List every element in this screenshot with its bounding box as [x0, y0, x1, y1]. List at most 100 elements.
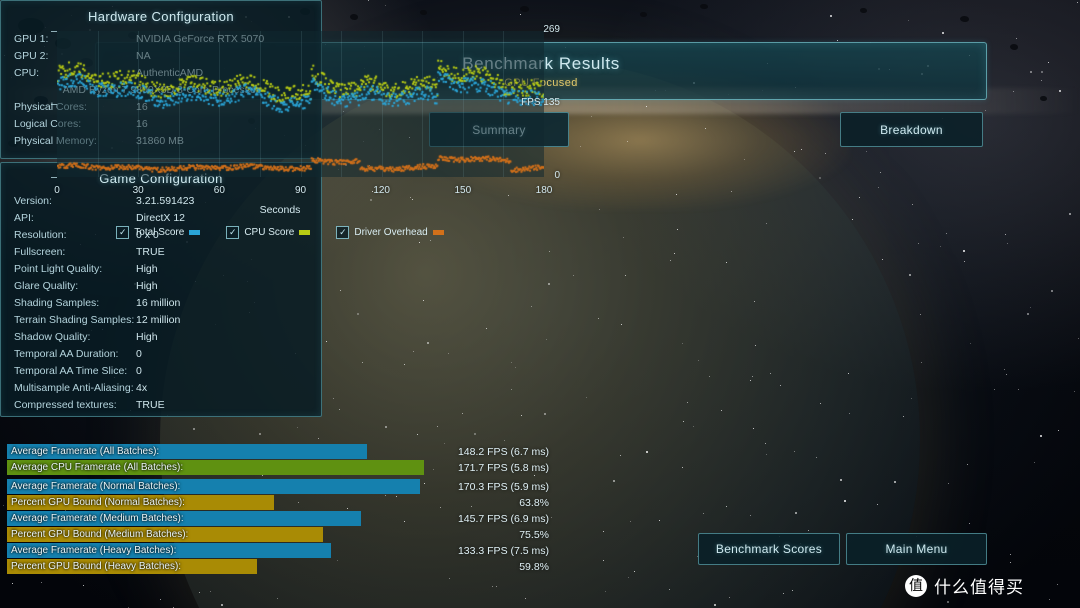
x-axis-title: Seconds [259, 204, 301, 216]
asteroid [420, 10, 427, 15]
summary-bar-label: Average Framerate (All Batches): [11, 446, 160, 457]
asteroid [960, 16, 969, 22]
legend-label: CPU Score [244, 227, 295, 238]
x-axis-label: 90 [294, 185, 307, 196]
game-key: Temporal AA Time Slice: [14, 365, 128, 377]
legend-checkbox[interactable]: ✓ [116, 226, 130, 239]
watermark-text: 什么值得买 [934, 578, 1024, 598]
summary-bar-track: Average CPU Framerate (All Batches): [7, 460, 425, 475]
app-root: Benchmark Results GPU Focused Hardware C… [0, 0, 1080, 608]
game-row: Point Light Quality: High [14, 261, 308, 278]
summary-bar-value: 171.7 FPS (5.8 ms) [457, 461, 549, 474]
summary-bar-row: Percent GPU Bound (Heavy Batches): 59.8% [7, 559, 555, 574]
summary-bar-track: Percent GPU Bound (Medium Batches): [7, 527, 425, 542]
y-axis-label: 269 [543, 24, 560, 35]
game-row: Glare Quality: High [14, 278, 308, 295]
asteroid [640, 12, 647, 17]
legend-label: Driver Overhead [354, 227, 428, 238]
watermark-logo-icon: 值 [905, 574, 927, 597]
x-axis-label: 180 [535, 185, 553, 196]
y-axis-label: 0 [554, 170, 560, 181]
game-row: Temporal AA Duration: 0 [14, 346, 308, 363]
asteroid [860, 8, 867, 13]
plot-area: 0 FPS 135 269 0 30 60 90 120 150 180 Seconds ✓ To… [0, 24, 560, 239]
asteroid [1010, 44, 1018, 50]
game-key: Fullscreen: [14, 246, 66, 258]
chart-legend: ✓ Total Score ✓ CPU Score ✓ Driver Overhead [0, 226, 560, 239]
legend-color-swatch [299, 230, 311, 235]
summary-bar-label: Percent GPU Bound (Heavy Batches): [11, 561, 182, 572]
summary-bars: Average Framerate (All Batches): 148.2 FP… [1, 444, 561, 574]
asteroid [350, 14, 358, 20]
summary-bar-track: Average Framerate (All Batches): [7, 444, 425, 459]
asteroid [520, 6, 529, 12]
game-row: Multisample Anti-Aliasing: 4x [14, 380, 308, 397]
watermark: 值 什么值得买 [905, 573, 1024, 598]
game-key: Point Light Quality: [14, 263, 103, 275]
game-key: Compressed textures: [14, 399, 117, 411]
summary-bar-label: Average Framerate (Medium Batches): [11, 513, 184, 524]
summary-bar-row: Percent GPU Bound (Medium Batches): 75.5% [7, 527, 555, 542]
game-key: Terrain Shading Samples: [14, 314, 135, 326]
summary-bar-label: Percent GPU Bound (Normal Batches): [11, 497, 185, 508]
game-value: 0 [136, 365, 142, 377]
game-value: TRUE [136, 246, 165, 258]
game-value: High [136, 331, 158, 343]
summary-bar-value: 75.5% [519, 528, 549, 541]
game-value: 0 [136, 348, 142, 360]
summary-bar-row: Average Framerate (Normal Batches): 170.3… [7, 479, 555, 494]
summary-bar-row: Average Framerate (All Batches): 148.2 FP… [7, 444, 555, 459]
x-axis-label: 120 [373, 185, 390, 196]
summary-bar-value: 59.8% [519, 560, 549, 573]
benchmark-scores-button[interactable]: Benchmark Scores [698, 533, 840, 565]
scatter-canvas [57, 31, 544, 177]
game-row: Fullscreen: TRUE [14, 244, 308, 261]
x-axis-label: 30 [132, 185, 144, 196]
summary-bar-row: Average Framerate (Medium Batches): 145.7… [7, 511, 555, 526]
legend-item[interactable]: ✓ Total Score [116, 226, 201, 239]
game-row: Compressed textures: TRUE [14, 397, 308, 414]
main-menu-button[interactable]: Main Menu [846, 533, 987, 565]
summary-bar-track: Percent GPU Bound (Heavy Batches): [7, 559, 425, 574]
summary-bar-label: Average Framerate (Heavy Batches): [11, 545, 177, 556]
game-key: Multisample Anti-Aliasing: [14, 382, 134, 394]
summary-bar-track: Average Framerate (Heavy Batches): [7, 543, 425, 558]
game-key: Shading Samples: [14, 297, 100, 309]
summary-bar-label: Percent GPU Bound (Medium Batches): [11, 529, 189, 540]
legend-checkbox[interactable]: ✓ [226, 226, 240, 239]
game-value: 12 million [136, 314, 181, 326]
summary-bar-track: Percent GPU Bound (Normal Batches): [7, 495, 425, 510]
summary-bar-value: 170.3 FPS (5.9 ms) [457, 480, 549, 493]
legend-label: Total Score [134, 227, 185, 238]
y-axis-tick [51, 177, 57, 178]
legend-color-swatch [432, 230, 444, 235]
game-key: Temporal AA Duration: [14, 348, 119, 360]
summary-bar-label: Average CPU Framerate (All Batches): [11, 462, 184, 473]
scatter-plot [57, 31, 544, 177]
game-row: Terrain Shading Samples: 12 million [14, 312, 308, 329]
legend-checkbox[interactable]: ✓ [336, 226, 350, 239]
legend-item[interactable]: ✓ CPU Score [226, 226, 311, 239]
x-axis-label: 150 [454, 185, 472, 196]
summary-bar-row: Average Framerate (Heavy Batches): 133.3 … [7, 543, 555, 558]
summary-bar-row: Average CPU Framerate (All Batches): 171.… [7, 460, 555, 475]
game-value: 4x [136, 382, 148, 394]
summary-bar-value: 63.8% [519, 496, 549, 509]
summary-bar-value: 145.7 FPS (6.9 ms) [457, 512, 549, 525]
summary-bar-track: Average Framerate (Normal Batches): [7, 479, 425, 494]
asteroid [700, 4, 708, 9]
game-row: Shadow Quality: High [14, 329, 308, 346]
tab-breakdown[interactable]: Breakdown [840, 112, 983, 147]
y-axis-tick [51, 31, 57, 32]
x-axis-label: 0 [54, 185, 60, 196]
y-axis-tick [51, 103, 57, 105]
game-key: Shadow Quality: [14, 331, 91, 343]
summary-bar-value: 133.3 FPS (7.5 ms) [457, 544, 549, 557]
x-axis-label: 60 [213, 185, 225, 196]
hardware-configuration-title: Hardware Configuration [87, 9, 235, 24]
summary-bar-row: Percent GPU Bound (Normal Batches): 63.8% [7, 495, 555, 510]
summary-bar-label: Average Framerate (Normal Batches): [11, 481, 181, 492]
legend-item[interactable]: ✓ Driver Overhead [336, 226, 444, 239]
summary-bar-track: Average Framerate (Medium Batches): [7, 511, 425, 526]
asteroid [1040, 96, 1047, 101]
